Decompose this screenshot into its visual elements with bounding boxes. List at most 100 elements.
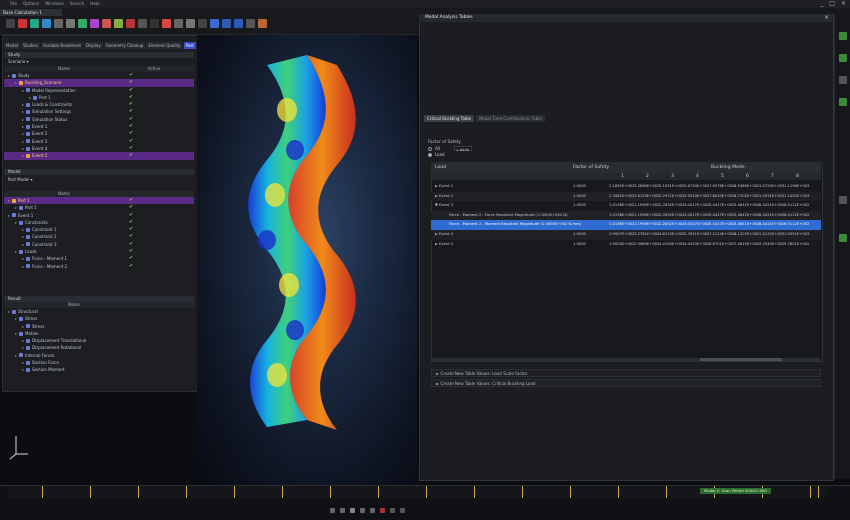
tree-row[interactable]: ▸ Event 3 ✔ [4,138,194,145]
expand-arrow-icon[interactable]: ▸ [15,204,17,211]
close-button[interactable]: × [841,0,846,7]
legend-icon[interactable] [174,19,183,28]
radio-load[interactable]: Load [428,152,445,157]
expand-arrow-icon[interactable]: ▸ [22,108,24,115]
factor-of-safety-input[interactable]: 1.0000 [454,146,472,152]
mode-number-header-cell[interactable]: 3 [671,174,674,179]
select-icon[interactable] [6,19,15,28]
visible-check-icon[interactable]: ✔ [129,226,133,233]
table-row[interactable]: ► Event 2 1.0000 2.3081E+002 3.6120E+002 5.2… [431,191,821,202]
expand-arrow-icon[interactable]: ▸ [22,263,24,270]
visible-check-icon[interactable]: ✔ [129,241,133,248]
table-row[interactable]: Force - Moment 2 - Moment Resultant Magn… [431,220,821,230]
mode-number-header-cell[interactable]: 5 [721,174,724,179]
tree-row[interactable]: ▸ Part 1 ✔ [4,197,194,205]
tree-row[interactable]: ▸ Loads ✔ [4,248,194,255]
tree-row[interactable]: ▸ Loads & Constraints ✔ [4,101,194,108]
tree-row[interactable]: ▸ Force - Moment 2 ✔ [4,263,194,270]
mode-number-header-cell[interactable]: 6 [746,174,749,179]
visible-check-icon[interactable]: ✔ [129,94,133,101]
tool-icon[interactable] [839,54,847,62]
tab-model[interactable]: Model [4,42,21,49]
menu-item-windows[interactable]: Windows [45,1,64,6]
next-frame-icon[interactable] [360,508,365,513]
tree-row[interactable]: ▸ Event 1 ✔ [4,123,194,130]
table-hscroll-thumb[interactable] [700,358,782,361]
radio-load-indicator[interactable] [428,153,432,157]
tree-row[interactable]: ▸ Simulation Status ✔ [4,116,194,123]
tool-icon[interactable] [839,98,847,106]
col-buckling-mode[interactable]: Buckling Mode [711,165,745,170]
shade-icon[interactable] [150,19,159,28]
expand-arrow-icon[interactable]: ▸ [22,130,24,137]
table-row[interactable]: ► Event 4 1.0000 2.0907E+002 3.2781E+002 4.8… [431,230,821,240]
tree-row[interactable]: ▸ Part 1 ✔ [4,204,194,211]
expand-arrow-icon[interactable]: ▸ [8,308,10,315]
visible-check-icon[interactable]: ✔ [129,197,133,204]
last-frame-icon[interactable] [370,508,375,513]
expand-arrow-icon[interactable]: ▸ [15,248,17,255]
tab-modal-time-contributions[interactable]: Modal Time Contributions Table [475,115,545,122]
tree-row[interactable]: ▸ Section Moment [4,366,194,373]
tree-row[interactable]: ▸ Event 2 ✔ [4,130,194,137]
tool-icon[interactable] [839,196,847,204]
mode-number-header-cell[interactable]: 7 [771,174,774,179]
expand-arrow-icon[interactable]: ▸ [15,315,17,322]
tab-element-quality[interactable]: Element Quality [146,42,183,49]
tree-row[interactable]: ▸ Section Force [4,359,194,366]
tree-row[interactable]: ▸ Structural [4,308,194,315]
measure-icon[interactable] [138,19,147,28]
expand-arrow-icon[interactable]: ▸ [22,337,24,344]
visible-check-icon[interactable]: ✔ [129,101,133,108]
tree-row[interactable]: ▸ Constraint 3 ✔ [4,241,194,248]
expand-arrow-icon[interactable]: ▸ [15,352,17,359]
tree-row[interactable]: ▸ Event 5 ✔ [4,152,194,160]
loop-icon[interactable] [390,508,395,513]
mesh-icon[interactable] [30,19,39,28]
export-icon[interactable] [246,19,255,28]
table-row[interactable]: ► Event 1 1.0000 2.1892E+002 3.4660E+002 5.1… [431,182,821,192]
prev-frame-icon[interactable] [340,508,345,513]
mode-icon[interactable] [210,19,219,28]
expand-arrow-icon[interactable]: ▸ [22,123,24,130]
tab-critical-buckling[interactable]: Critical Buckling Table [424,115,474,122]
menu-item-help[interactable]: Help [90,1,100,6]
col-load[interactable]: Load [435,165,446,170]
expand-arrow-icon[interactable]: ▸ [22,241,24,248]
play-icon[interactable] [350,508,355,513]
expand-arrow-icon[interactable]: ▸ [8,197,10,204]
footer-load-scale-factor[interactable]: ► Create New Table Values: Load Scale Fa… [431,369,821,377]
session-tab[interactable]: Base Calculation 1 [0,9,62,16]
expand-arrow-icon[interactable]: ▸ [22,101,24,108]
visible-check-icon[interactable]: ✔ [129,152,133,159]
tree-row[interactable]: ▸ Simulation Settings ✔ [4,108,194,115]
visible-check-icon[interactable]: ✔ [129,145,133,152]
section-icon[interactable] [102,19,111,28]
tree-row[interactable]: ▸ Displacement Rotational [4,344,194,351]
expand-arrow-icon[interactable]: ▸ [29,94,31,101]
visible-check-icon[interactable]: ✔ [129,233,133,240]
zoom-icon[interactable] [78,19,87,28]
tree-row[interactable]: ▸ Displacement Translational [4,337,194,344]
tree-row[interactable]: ▸ Motion [4,330,194,337]
expand-arrow-icon[interactable]: ▸ [22,359,24,366]
tree-row[interactable]: ▸ Model Representation ✔ [4,87,194,94]
table-icon[interactable] [222,19,231,28]
tool-icon[interactable] [839,32,847,40]
tab-post[interactable]: Post [183,42,196,49]
settings-icon[interactable] [258,19,267,28]
visible-check-icon[interactable]: ✔ [129,204,133,211]
tool-icon[interactable] [839,76,847,84]
expand-arrow-icon[interactable]: ▸ [22,87,24,94]
footer-critical-buckling-load[interactable]: ► Create New Table Values: Critical Buck… [431,379,821,387]
expand-arrow-icon[interactable]: ▸ [15,330,17,337]
expand-arrow-icon[interactable]: ▸ [15,79,17,86]
tree-row[interactable]: ▸ Constraint 2 ✔ [4,233,194,240]
tab-variable[interactable]: Variable Beadment [40,42,83,49]
buckling-result-model[interactable] [197,35,417,485]
speed-icon[interactable] [400,508,405,513]
tree-row[interactable]: ▸ Stress [4,323,194,330]
table-row[interactable]: Force - Moment 2 - Force Resultant Magni… [431,210,821,221]
visible-check-icon[interactable]: ✔ [129,116,133,123]
tree-row[interactable]: ▸ Event 1 ✔ [4,212,194,219]
